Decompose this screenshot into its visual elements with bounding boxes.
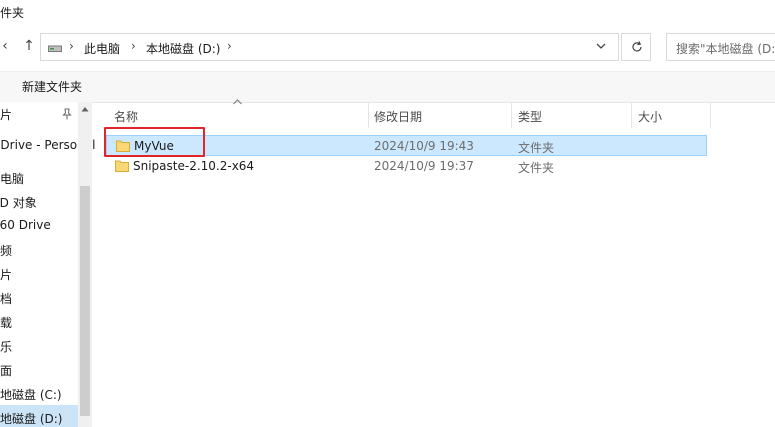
up-button[interactable]: ↑ xyxy=(20,37,38,55)
sidebar-item-downloads[interactable]: 下载 xyxy=(0,314,12,331)
breadcrumb-separator: › xyxy=(227,39,232,53)
sidebar-item-documents[interactable]: 文档 xyxy=(0,290,12,307)
column-divider[interactable] xyxy=(631,102,632,128)
breadcrumb-separator: › xyxy=(131,39,136,53)
column-header-name[interactable]: 名称 xyxy=(114,108,138,125)
column-divider[interactable] xyxy=(710,102,711,128)
chevron-down-icon[interactable] xyxy=(594,39,608,53)
column-header-size[interactable]: 大小 xyxy=(638,108,662,125)
address-bar[interactable]: › 此电脑 › 本地磁盘 (D:) › xyxy=(40,33,619,61)
window-title: 文件夹 xyxy=(0,6,25,20)
breadcrumb-separator: › xyxy=(69,39,74,53)
annotation-highlight-box xyxy=(104,127,205,157)
sidebar-item-pictures-quick[interactable]: 图片 xyxy=(0,106,12,123)
file-row[interactable]: Snipaste-2.10.2-x64 2024/10/9 19:37 文件夹 xyxy=(106,156,707,177)
drive-icon xyxy=(48,45,62,52)
breadcrumb-this-pc[interactable]: 此电脑 xyxy=(84,40,120,57)
sidebar-item-360-drive[interactable]: 360 Drive xyxy=(0,218,51,232)
file-modified: 2024/10/9 19:37 xyxy=(374,159,474,173)
sidebar-scrollbar[interactable] xyxy=(78,102,92,427)
search-input[interactable]: 搜索"本地磁盘 (D:)" xyxy=(666,33,775,61)
folder-icon xyxy=(115,160,129,172)
file-type: 文件夹 xyxy=(518,161,555,175)
sidebar-item-desktop[interactable]: 桌面 xyxy=(0,362,12,379)
column-divider[interactable] xyxy=(511,102,512,128)
scrollbar-thumb[interactable] xyxy=(80,186,90,416)
sidebar-item-this-pc[interactable]: 此电脑 xyxy=(0,170,24,187)
refresh-button[interactable] xyxy=(621,33,651,61)
sidebar-item-pictures[interactable]: 图片 xyxy=(0,266,12,283)
sidebar-item-videos[interactable]: 视频 xyxy=(0,242,12,259)
sort-up-icon xyxy=(233,99,242,105)
file-modified: 2024/10/9 19:43 xyxy=(374,139,474,153)
file-type: 文件夹 xyxy=(518,141,555,155)
sidebar-item-3d-objects[interactable]: 3D 对象 xyxy=(0,194,37,211)
sidebar-item-drive-d[interactable]: 本地磁盘 (D:) xyxy=(0,410,62,427)
column-header-type[interactable]: 类型 xyxy=(518,108,542,125)
breadcrumb-drive-d[interactable]: 本地磁盘 (D:) xyxy=(146,40,220,57)
sidebar-item-drive-c[interactable]: 本地磁盘 (C:) xyxy=(0,386,62,403)
new-folder-button[interactable]: 新建文件夹 xyxy=(22,78,82,95)
scroll-up-icon[interactable] xyxy=(81,106,89,112)
back-button[interactable]: ‹ xyxy=(0,37,10,55)
file-name: Snipaste-2.10.2-x64 xyxy=(133,159,255,173)
refresh-icon xyxy=(632,41,642,52)
search-placeholder: 搜索"本地磁盘 (D:)" xyxy=(676,42,775,56)
sidebar-item-music[interactable]: 音乐 xyxy=(0,338,12,355)
column-divider[interactable] xyxy=(368,102,369,128)
toolbar xyxy=(0,71,775,103)
pin-icon xyxy=(62,108,72,120)
column-header-date-modified[interactable]: 修改日期 xyxy=(374,108,422,125)
